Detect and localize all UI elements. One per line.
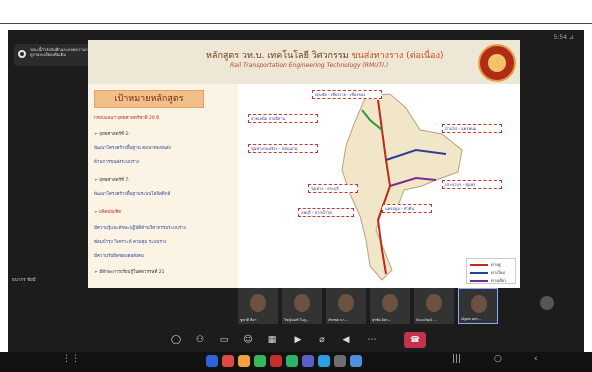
speaker-icon[interactable]: ◀ [338,332,354,348]
app-icon-youtube[interactable] [270,355,282,367]
bullet-item: ➢ มีทักษะการเรียนรู้ในศตวรรษที่ 21 [94,270,165,275]
participant-face [471,295,487,313]
people-icon[interactable]: ⚇ [192,332,208,348]
participant-name: ณัฐพล ผลร... [461,317,482,321]
map-callout: ชุมทาง - สระบุรี [308,184,358,193]
participant-tile[interactable]: วิชญ์นนท์ โนภู... [282,288,322,324]
bullet-item: ด้านการขนส่งระบบราง [94,160,139,165]
rail-map: เด่นชัย - เชียงราย - เชียงของ สายเหนือ ส… [242,84,520,288]
bullet-item: ➢ ยุทธศาสตร์ที่ 2: [94,132,130,137]
slide-header: หลักสูตร วท.บ. เทคโนโลยี วิศวกรรม ขนส่งท… [88,40,520,84]
bullet-item: มีความรับผิดชอบต่อสังคม [94,254,144,259]
participant-name: ชูชาติ ลือฯ [240,318,257,322]
map-callout: สายเหนือ สายอีสาน [248,114,318,123]
apps-grid-icon[interactable]: ⋮⋮ [62,354,80,364]
app-icon-files[interactable] [206,355,218,367]
mic-icon[interactable]: ⌀ [314,332,330,348]
app-icon-settings[interactable] [334,355,346,367]
participant-face [250,294,266,312]
logo-emblem [488,54,506,72]
participant-face [338,294,354,312]
bullet-item: ➢ ผลิตบัณฑิต [94,210,122,215]
chat-icon[interactable]: ◯ [168,332,184,348]
legend-label: ทางเดี่ยว [491,278,507,283]
slide-title: หลักสูตร วท.บ. เทคโนโลยี วิศวกรรม ขนส่งท… [206,48,444,62]
legend-swatch [470,272,488,274]
app-icon-chrome[interactable] [350,355,362,367]
participant-gallery: ชูชาติ ลือฯ วิชญ์นนท์ โนภู... ภัทรพล นา.… [238,288,572,324]
react-icon[interactable]: ☺ [240,332,256,348]
app-icon-browser[interactable] [318,355,330,367]
title-prefix: หลักสูตร วท.บ. เทคโนโลยี วิศวกรรม [206,51,349,61]
recent-apps-icon[interactable]: ||| [452,354,461,364]
participant-tile-active[interactable]: ณัฐพล ผลร... [458,288,498,324]
participant-tile[interactable]: ปัณณวัฒน์ ... [414,288,454,324]
share-icon[interactable]: ▭ [216,332,232,348]
bullet-item: ➢ ยุทธศาสตร์ที่ 7: [94,178,130,183]
bullet-item: พัฒนาโครงสร้างพื้นฐานระบบโลจิสติกส์ [94,192,171,197]
participant-name: สุรชัย อัคร... [372,318,392,322]
participant-name: ปัณณวัฒน์ ... [416,318,437,322]
map-legend: ทางคู่ ทางใหม่ ทางเดี่ยว [466,258,516,284]
title-highlight: ขนส่งทางราง (ต่อเนื่อง) [351,51,444,61]
legend-label: ทางคู่ [491,262,501,267]
participant-tile[interactable]: ชูชาติ ลือฯ [238,288,278,324]
app-icon-store[interactable] [254,355,266,367]
participant-tile[interactable]: ภัทรพล นา... [326,288,366,324]
legend-swatch [470,280,488,282]
map-callout: ลพบุรี - ปากน้ำโพ [298,208,354,217]
bullet-item: ซ่อมบำรุง วิเคราะห์ ควบคุม ระบบราง [94,240,167,245]
self-tile[interactable] [528,288,568,324]
participant-name: วิชญ์นนท์ โนภู... [284,318,310,322]
self-video-label: ธนากร ชัยมี [12,278,36,283]
back-icon[interactable]: ‹ [534,354,538,364]
objective-heading: เป้าหมายหลักสูตร [94,90,204,108]
objective-panel: เป้าหมายหลักสูตร กรอบแผนฯ ยุทธศาสตร์ชาติ… [88,84,238,288]
legend-label: ทางใหม่ [491,270,506,275]
record-icon [18,50,26,58]
participant-name: ภัทรพล นา... [328,318,348,322]
legend-swatch [470,264,488,266]
participant-face [294,294,310,312]
shared-slide: หลักสูตร วท.บ. เทคโนโลยี วิศวกรรม ขนส่งท… [88,40,520,288]
app-icon-photos[interactable] [238,355,250,367]
slide-subtitle: Rail Transportation Engineering Technolo… [230,62,389,69]
university-logo [478,44,516,82]
leave-call-button[interactable]: ☎ [404,332,426,348]
map-callout: เด่นชัย - เชียงราย - เชียงของ [312,90,382,99]
app-icon-teams[interactable] [302,355,314,367]
call-controls: ◯ ⚇ ▭ ☺ ▦ ▶ ⌀ ◀ ⋯ ☎ [168,330,428,350]
map-callout: นครปฐม - หัวหิน [382,204,432,213]
taskbar: ⋮⋮ ||| ○ ‹ [0,352,592,372]
map-callout: ชุมทางถนนจิระ - ขอนแก่น [248,144,318,153]
participant-face [382,294,398,312]
map-callout: บ้านไผ่ - นครพนม [442,124,502,133]
app-icon-line[interactable] [286,355,298,367]
bullet-item: มีความรู้และทักษะปฏิบัติด้านวิศวกรรมระบบ… [94,226,186,231]
map-callout: ประจวบฯ - ชุมพร [442,180,502,189]
home-icon[interactable]: ○ [494,354,502,364]
top-bar [0,0,592,24]
camera-icon[interactable]: ▶ [290,332,306,348]
more-icon[interactable]: ⋯ [364,332,380,348]
participant-face [426,294,442,312]
bullet-item: พัฒนาโครงสร้างพื้นฐาน คมนาคมขนส่ง [94,146,171,151]
screen: 5:54 ⊿ ขณะนี้กำลังบันทึกและถอดความการประ… [0,0,592,372]
meeting-window: 5:54 ⊿ ขณะนี้กำลังบันทึกและถอดความการประ… [8,30,584,352]
status-time: 5:54 ⊿ [553,34,574,41]
bullet-item: กรอบแผนฯ ยุทธศาสตร์ชาติ 20 ปี [94,116,160,121]
view-icon[interactable]: ▦ [264,332,280,348]
participant-tile[interactable]: สุรชัย อัคร... [370,288,410,324]
app-icon-video[interactable] [222,355,234,367]
avatar [540,296,554,310]
